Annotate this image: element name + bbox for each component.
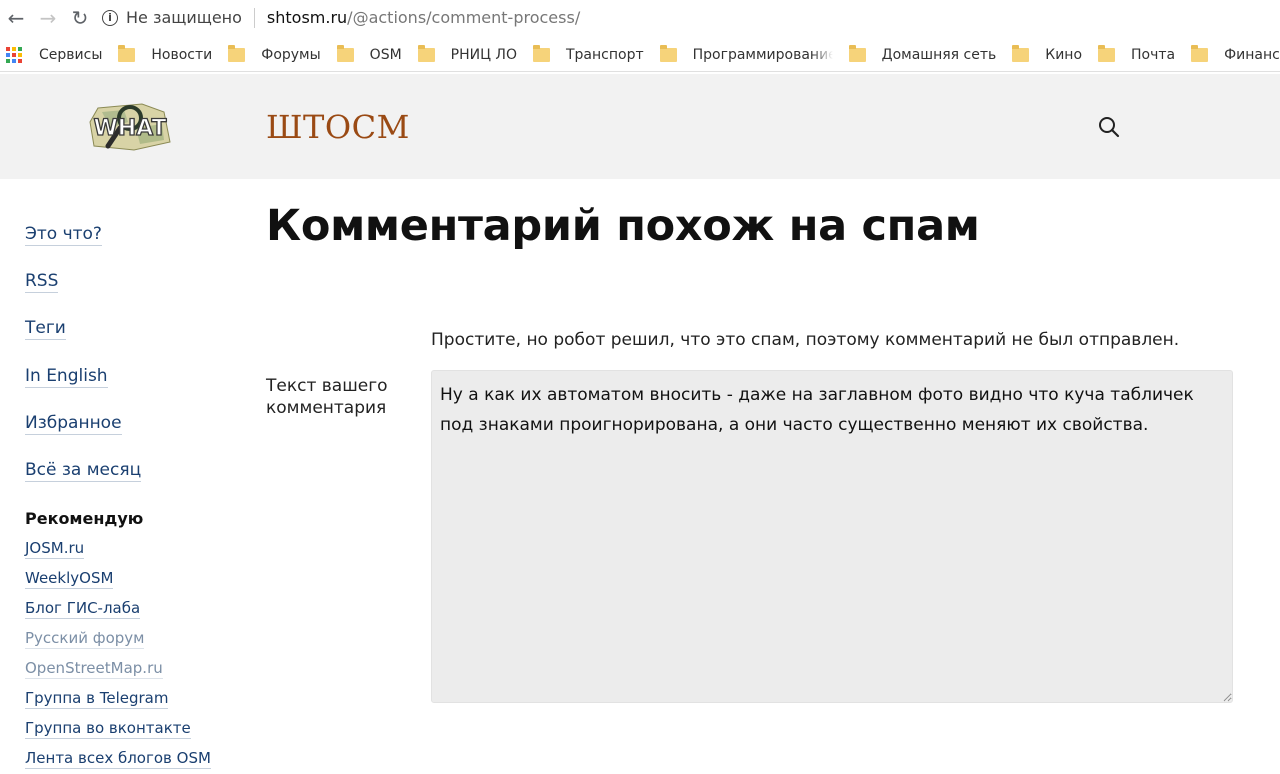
bookmark-programming[interactable]: Программирование [659,44,833,63]
apps-grid-icon[interactable] [6,46,22,63]
recommend-link-russian-forum[interactable]: Русский форум [25,629,145,649]
bookmark-label: Программирование [692,46,833,63]
reload-button[interactable]: ↻ [64,2,96,34]
site-title[interactable]: ШТОСМ [266,108,410,146]
logo-text: WHAT [93,116,166,141]
recommend-link-gislab-blog[interactable]: Блог ГИС-лаба [25,599,141,619]
folder-icon [336,44,354,62]
apps-grid-dot [6,58,10,63]
recommend-link-weeklyosm[interactable]: WeeklyOSM [25,569,114,589]
bookmarks-bar: Сервисы Новости Форумы OSM РНИЦ ЛО Транс… [0,38,1280,72]
bookmark-label: Почта [1131,46,1176,63]
apps-grid-dot [6,52,10,57]
bookmark-rnic[interactable]: РНИЦ ЛО [417,44,517,63]
folder-icon [1098,44,1116,62]
folder-icon [118,44,136,62]
browser-toolbar: ← → ↻ i Не защищено shtosm.ru/@actions/c… [0,0,1280,35]
recommend-link-openstreetmap-ru[interactable]: OpenStreetMap.ru [25,659,163,679]
bookmark-label: Финансы [1224,46,1280,63]
resize-grip-icon[interactable] [1222,692,1232,702]
folder-icon [659,44,677,62]
site-header: WHAT ШТОСМ [0,74,1280,179]
bookmark-osm[interactable]: OSM [336,44,402,63]
apps-grid-dot [12,46,16,51]
folder-icon [417,44,435,62]
sidebar-link-rss[interactable]: RSS [25,271,59,293]
sidebar-link-what[interactable]: Это что? [25,224,102,246]
apps-grid-dot [18,46,22,51]
folder-icon [1012,44,1030,62]
folder-icon [848,44,866,62]
bookmark-forums[interactable]: Форумы [228,44,321,63]
url-path[interactable]: /@actions/comment-process/ [347,8,580,27]
info-icon[interactable]: i [102,9,118,26]
bookmark-label: Сервисы [39,46,103,63]
bookmark-label: Транспорт [565,46,644,63]
recommend-link-josm[interactable]: JOSM.ru [25,539,85,559]
bookmark-mail[interactable]: Почта [1098,44,1176,63]
apps-grid-dot [18,58,22,63]
folder-icon [1191,44,1209,62]
bookmark-label: Форумы [261,46,321,63]
bookmark-transport[interactable]: Транспорт [532,44,644,63]
omnibox-divider [253,7,255,28]
url-host[interactable]: shtosm.ru [267,8,347,27]
bookmark-services[interactable]: Сервисы [39,47,102,63]
sidebar-link-month[interactable]: Всё за месяц [25,460,142,482]
recommend-link-vk[interactable]: Группа во вконтакте [25,719,191,739]
site-logo[interactable]: WHAT [84,102,176,152]
search-icon[interactable] [1096,114,1122,140]
recommend-heading: Рекомендую [25,509,144,528]
sidebar-link-favorites[interactable]: Избранное [25,413,122,435]
apps-grid-dot [6,46,10,51]
security-label[interactable]: Не защищено [126,8,242,27]
apps-grid-dot [12,58,16,63]
folder-icon [532,44,550,62]
bookmark-label: Новости [151,46,213,63]
back-button[interactable]: ← [0,2,32,34]
sidebar-link-english[interactable]: In English [25,366,108,388]
bookmark-home-network[interactable]: Домашняя сеть [848,44,997,63]
spam-message: Простите, но робот решил, что это спам, … [431,330,1180,350]
recommend-link-osm-blogs[interactable]: Лента всех блогов OSM [25,749,211,769]
bookmark-finance[interactable]: Финансы [1191,44,1280,63]
bookmark-cinema[interactable]: Кино [1012,44,1083,63]
bookmark-label: Домашняя сеть [881,46,997,63]
address-bar[interactable]: i Не защищено shtosm.ru/@actions/comment… [102,3,580,33]
apps-grid-dot [12,52,16,57]
recommend-link-telegram[interactable]: Группа в Telegram [25,689,169,709]
folder-icon [228,44,246,62]
bookmark-news[interactable]: Новости [118,44,213,63]
bookmark-label: РНИЦ ЛО [450,46,517,63]
bookmark-label: Кино [1045,46,1083,63]
forward-button[interactable]: → [32,2,64,34]
bookmark-label: OSM [369,46,402,63]
apps-grid-dot [18,52,22,57]
page-title: Комментарий похож на спам [266,201,980,251]
comment-field-label: Текст вашего комментария [266,376,388,418]
sidebar-link-tags[interactable]: Теги [25,318,66,340]
comment-textarea[interactable]: Ну а как их автоматом вносить - даже на … [431,370,1233,703]
